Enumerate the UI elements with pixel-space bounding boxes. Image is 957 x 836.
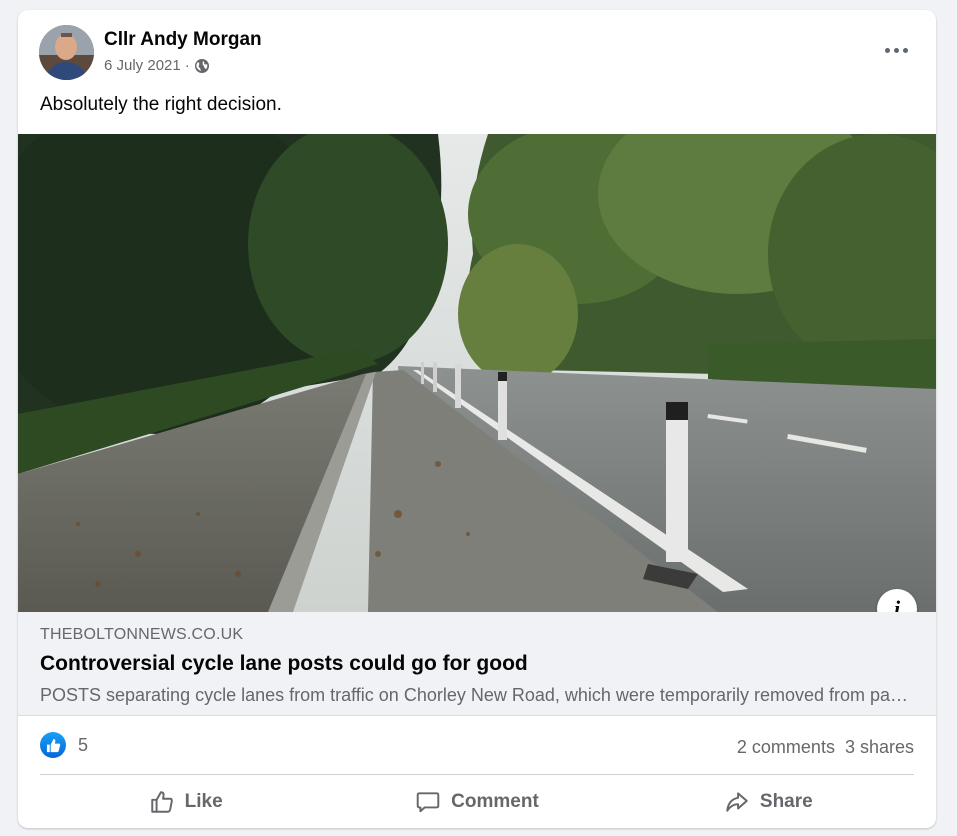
share-button[interactable]: Share bbox=[623, 780, 914, 824]
link-title[interactable]: Controversial cycle lane posts could go … bbox=[40, 652, 528, 676]
reaction-count: 5 bbox=[78, 734, 89, 755]
avatar[interactable] bbox=[39, 25, 94, 80]
more-options-button[interactable] bbox=[878, 34, 914, 66]
post-text: Absolutely the right decision. bbox=[40, 94, 282, 115]
dot-icon bbox=[902, 47, 908, 53]
post-meta: 6 July 2021 · bbox=[104, 57, 210, 74]
thumbs-up-icon bbox=[150, 791, 173, 813]
globe-icon[interactable] bbox=[194, 58, 210, 74]
link-description: POSTS separating cycle lanes from traffi… bbox=[40, 685, 910, 705]
link-preview[interactable]: THEBOLTONNEWS.CO.UK Controversial cycle … bbox=[18, 612, 936, 716]
post-card: Cllr Andy Morgan 6 July 2021 · Absolutel… bbox=[18, 10, 936, 828]
like-reaction-icon bbox=[40, 732, 66, 758]
comment-label: Comment bbox=[451, 791, 539, 812]
post-header: Cllr Andy Morgan 6 July 2021 · bbox=[18, 10, 936, 90]
comment-button[interactable]: Comment bbox=[331, 780, 622, 824]
comment-icon bbox=[416, 792, 440, 813]
like-button[interactable]: Like bbox=[40, 780, 331, 824]
share-label: Share bbox=[759, 791, 813, 812]
date-separator: · bbox=[184, 57, 190, 74]
link-domain: THEBOLTONNEWS.CO.UK bbox=[40, 626, 244, 643]
link-preview-image[interactable] bbox=[18, 134, 936, 612]
reactions-summary[interactable]: 5 bbox=[40, 732, 88, 758]
author-name[interactable]: Cllr Andy Morgan bbox=[104, 29, 262, 51]
dot-icon bbox=[893, 47, 899, 53]
comments-count[interactable]: 2 comments bbox=[737, 737, 835, 758]
post-date[interactable]: 6 July 2021 bbox=[104, 57, 181, 74]
divider bbox=[40, 774, 914, 775]
engagement-counts: 2 comments 3 shares bbox=[737, 737, 914, 758]
dot-icon bbox=[884, 47, 890, 53]
action-bar: Like Comment Share bbox=[40, 780, 914, 824]
shares-count[interactable]: 3 shares bbox=[845, 737, 914, 758]
like-label: Like bbox=[184, 791, 223, 812]
share-icon bbox=[726, 792, 748, 812]
